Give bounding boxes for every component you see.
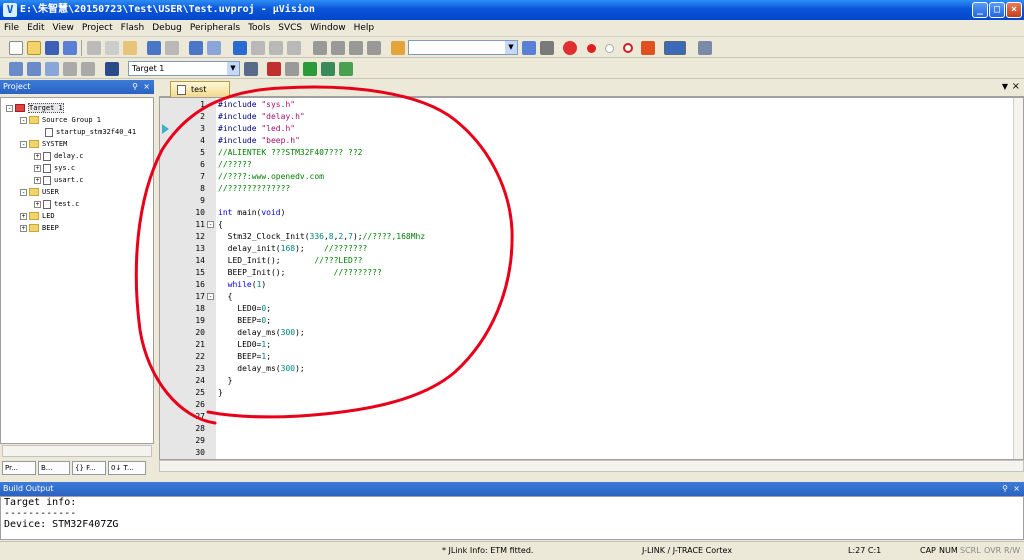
annotation-circle-overlay: [134, 85, 514, 425]
annotation-circle: [134, 85, 514, 425]
